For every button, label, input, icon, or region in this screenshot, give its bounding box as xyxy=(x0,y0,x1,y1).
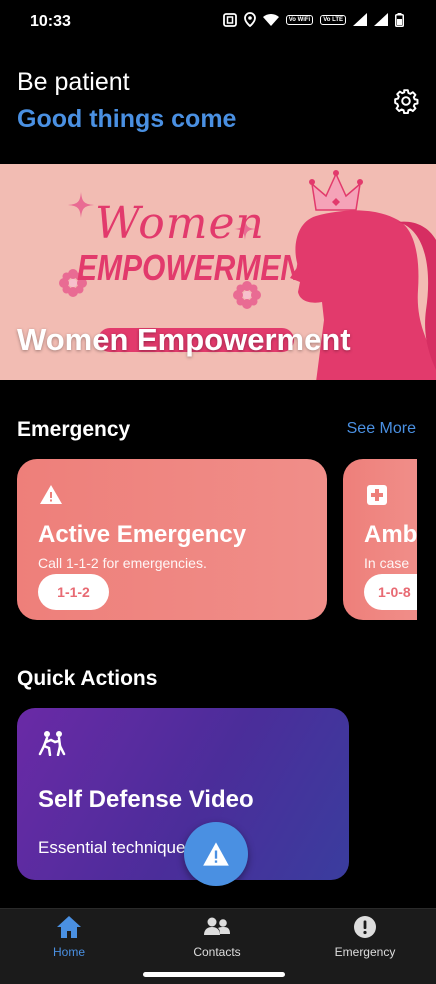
women-empowerment-banner[interactable]: Women EMPOWERMENT Women Empowerment xyxy=(0,164,436,380)
nav-item-home[interactable]: Home xyxy=(14,915,124,959)
card-subtitle: In case xyxy=(364,555,410,571)
warning-icon xyxy=(203,842,229,866)
home-icon xyxy=(57,916,81,938)
card-title: Active Emergency xyxy=(38,521,247,548)
battery-icon xyxy=(395,12,404,27)
alert-circle-icon xyxy=(354,916,376,938)
contacts-icon xyxy=(204,917,230,935)
nav-label: Contacts xyxy=(193,945,241,959)
signal-icon-2 xyxy=(374,13,388,26)
nav-label: Emergency xyxy=(334,945,396,959)
status-icons: Vo WiFi Vo LTE xyxy=(222,12,404,27)
greeting-line-2: Good things come xyxy=(17,105,237,133)
ambulance-card[interactable]: Amb In case 1-0-8 xyxy=(343,459,417,620)
self-defense-video-card[interactable]: Self Defense Video Essential techniques xyxy=(17,708,349,880)
nav-item-contacts[interactable]: Contacts xyxy=(162,915,272,959)
medical-cross-icon xyxy=(367,485,387,505)
sparkle-icon xyxy=(68,192,94,218)
volte-chip: Vo LTE xyxy=(320,14,346,25)
vowifi-chip: Vo WiFi xyxy=(285,14,314,25)
banner-art-word-women: Women xyxy=(95,198,265,249)
quick-card-subtitle: Essential techniques xyxy=(38,838,194,857)
greeting-header: Be patient Good things come xyxy=(17,68,419,140)
status-time: 10:33 xyxy=(30,13,71,30)
nav-item-emergency[interactable]: Emergency xyxy=(310,915,420,959)
card-subtitle: Call 1-1-2 for emergencies. xyxy=(38,555,207,571)
see-more-link[interactable]: See More xyxy=(347,420,416,438)
emergency-section-title: Emergency xyxy=(17,418,131,441)
signal-icon xyxy=(353,13,367,26)
gear-icon[interactable] xyxy=(393,88,419,114)
home-indicator[interactable] xyxy=(143,972,285,977)
location-icon xyxy=(243,12,256,27)
banner-caption: Women Empowerment xyxy=(17,322,351,357)
card-title: Amb xyxy=(364,521,417,548)
banner-art-word-empowerment: EMPOWERMENT xyxy=(77,248,321,289)
self-defense-icon xyxy=(38,731,66,756)
call-108-button[interactable]: 1-0-8 xyxy=(364,574,417,610)
nfc-icon xyxy=(222,12,237,27)
greeting-line-1: Be patient xyxy=(17,68,130,96)
active-emergency-card[interactable]: Active Emergency Call 1-1-2 for emergenc… xyxy=(17,459,327,620)
sos-fab-button[interactable] xyxy=(184,822,248,886)
quick-card-title: Self Defense Video xyxy=(38,786,254,813)
wifi-icon xyxy=(262,13,279,26)
nav-label: Home xyxy=(52,945,85,959)
warning-icon xyxy=(40,485,62,504)
quick-actions-title: Quick Actions xyxy=(17,667,158,690)
status-bar: 10:33 Vo WiFi Vo LTE xyxy=(0,0,436,44)
call-112-button[interactable]: 1-1-2 xyxy=(38,574,109,610)
